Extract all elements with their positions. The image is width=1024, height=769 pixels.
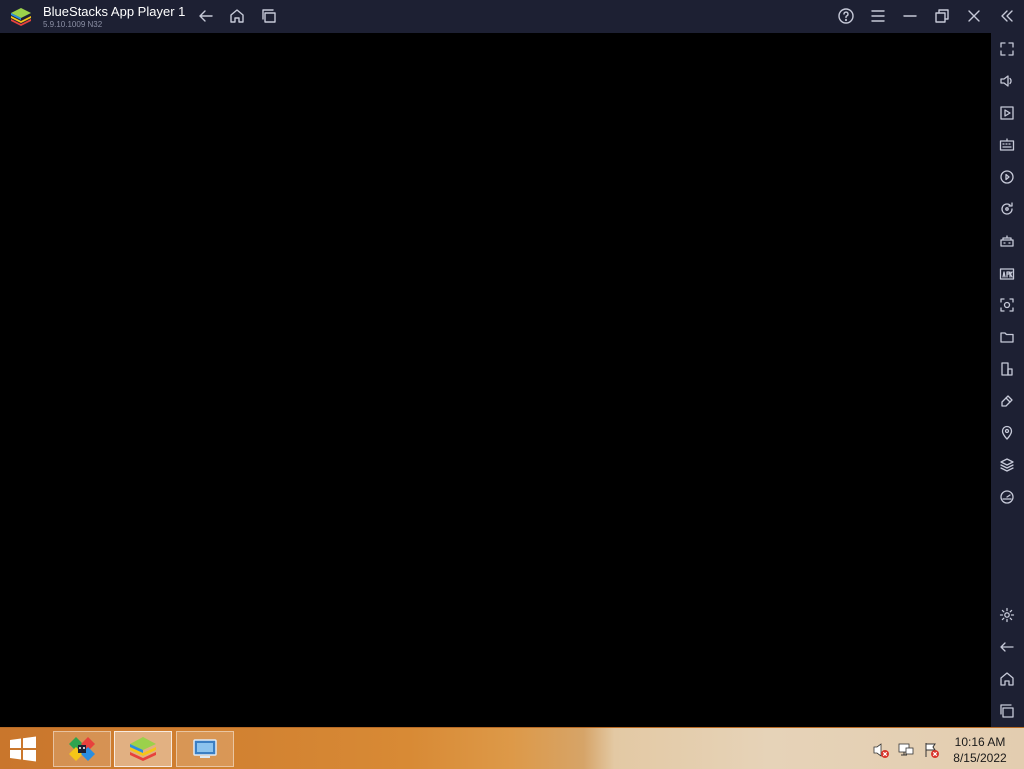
- apk-install-button[interactable]: [996, 262, 1018, 284]
- title-bar: BlueStacks App Player 1 5.9.10.1009 N32: [0, 0, 1024, 33]
- eco-mode-icon: [1001, 395, 1013, 407]
- android-screen[interactable]: [0, 33, 991, 727]
- close-icon: [968, 10, 980, 22]
- macro-icon: [1000, 235, 1014, 247]
- performance-button[interactable]: [996, 486, 1018, 508]
- fullscreen-button[interactable]: [996, 38, 1018, 60]
- multi-instance-button[interactable]: [996, 358, 1018, 380]
- clock-time: 10:16 AM: [954, 735, 1006, 749]
- layers-icon: [1000, 458, 1014, 472]
- side-toolbar: [991, 33, 1024, 727]
- keyboard-button[interactable]: [996, 134, 1018, 156]
- window-title: BlueStacks App Player 1: [43, 4, 186, 19]
- android-recents-button[interactable]: [996, 700, 1018, 722]
- help-button[interactable]: [833, 3, 859, 29]
- back-icon: [1000, 642, 1014, 652]
- settings-button[interactable]: [996, 604, 1018, 626]
- menu-icon: [871, 10, 885, 22]
- home-icon: [230, 9, 244, 23]
- layers-button[interactable]: [996, 454, 1018, 476]
- taskbar: 10:16 AM 8/15/2022: [0, 727, 1024, 769]
- media-manager-button[interactable]: [996, 102, 1018, 124]
- clock-date: 8/15/2022: [953, 751, 1007, 765]
- windows-start-icon[interactable]: [8, 736, 38, 762]
- system-clock[interactable]: 10:16 AM 8/15/2022: [940, 734, 1020, 766]
- menu-button[interactable]: [865, 3, 891, 29]
- apk-install-icon: [999, 268, 1015, 280]
- restore-button[interactable]: [929, 3, 955, 29]
- multi-instance-icon: [1001, 362, 1013, 376]
- collapse-sidebar-icon: [1001, 10, 1013, 22]
- folder-button[interactable]: [996, 326, 1018, 348]
- location-button[interactable]: [996, 422, 1018, 444]
- media-manager-icon: [1000, 106, 1014, 120]
- settings-icon: [999, 607, 1015, 623]
- taskbar-bluestacks[interactable]: [114, 731, 172, 767]
- android-back-button[interactable]: [996, 636, 1018, 658]
- rotate-icon: [1001, 202, 1013, 215]
- minimize-icon: [903, 15, 917, 17]
- minimize-button[interactable]: [897, 3, 923, 29]
- screenshot-button[interactable]: [996, 294, 1018, 316]
- volume-muted-icon[interactable]: [872, 741, 890, 759]
- android-home-button[interactable]: [996, 668, 1018, 690]
- screenshot-icon: [1000, 298, 1014, 312]
- rotate-button[interactable]: [996, 198, 1018, 220]
- recents-icon: [1000, 704, 1014, 718]
- location-icon: [1001, 425, 1013, 440]
- collapse-sidebar-button[interactable]: [994, 3, 1020, 29]
- network-icon[interactable]: [897, 741, 915, 759]
- restore-icon: [935, 9, 949, 23]
- volume-icon: [1000, 75, 1012, 87]
- recents-button[interactable]: [256, 3, 282, 29]
- volume-button[interactable]: [996, 70, 1018, 92]
- taskbar-multi-instance-manager[interactable]: [53, 731, 111, 767]
- eco-mode-button[interactable]: [996, 390, 1018, 412]
- recents-icon: [262, 9, 276, 23]
- help-icon: [838, 8, 854, 24]
- remote-desktop-icon: [193, 739, 217, 758]
- multi-instance-manager-icon: [69, 737, 95, 761]
- fullscreen-icon: [1000, 42, 1014, 56]
- record-button[interactable]: [996, 166, 1018, 188]
- back-icon: [199, 10, 213, 22]
- action-center-icon[interactable]: [922, 741, 940, 759]
- record-icon: [1000, 170, 1014, 184]
- close-button[interactable]: [961, 3, 987, 29]
- home-button[interactable]: [224, 3, 250, 29]
- bluestacks-icon: [130, 737, 156, 761]
- taskbar-remote-desktop[interactable]: [176, 731, 234, 767]
- app-version: 5.9.10.1009 N32: [43, 20, 103, 29]
- keyboard-icon: [999, 138, 1015, 151]
- macro-button[interactable]: [996, 230, 1018, 252]
- home-icon: [1000, 672, 1014, 686]
- performance-icon: [1000, 490, 1014, 504]
- bluestacks-logo-icon: [11, 8, 31, 26]
- back-button[interactable]: [193, 3, 219, 29]
- folder-icon: [1000, 332, 1014, 343]
